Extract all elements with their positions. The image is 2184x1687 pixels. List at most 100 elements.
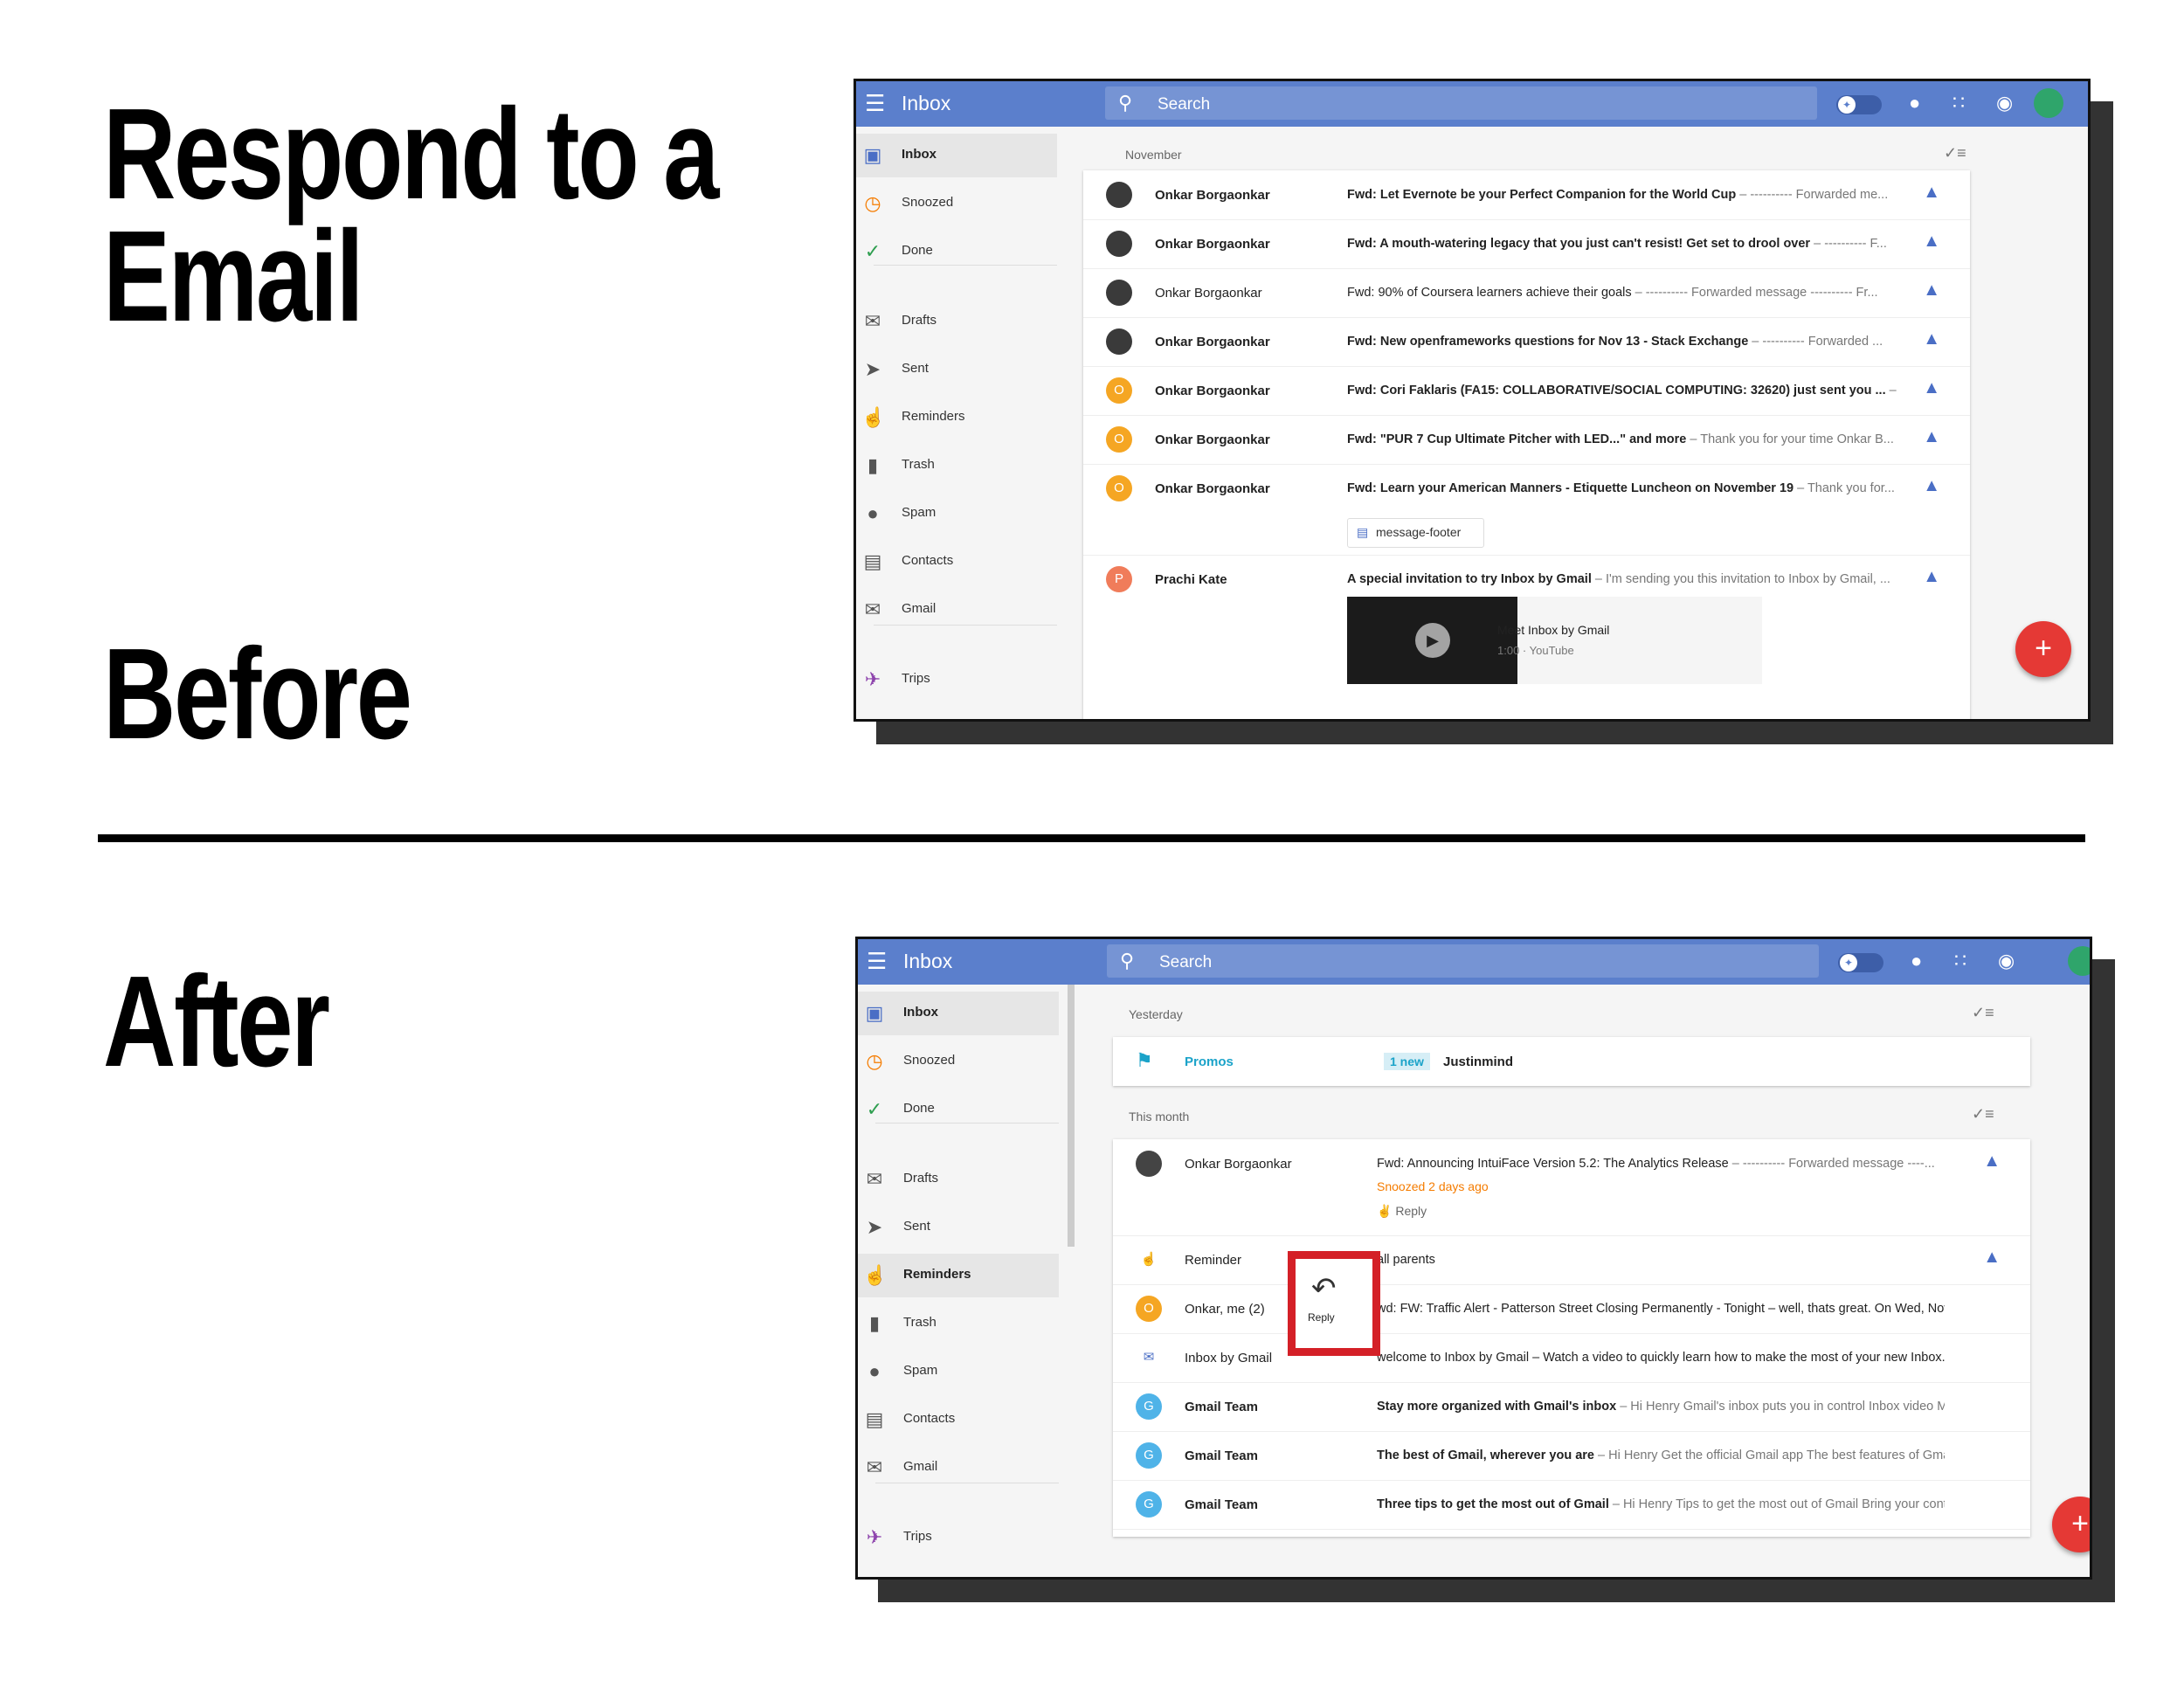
sidebar-item-label: Inbox	[902, 147, 936, 162]
snippet-text: – Hi Henry Get the official Gmail app Th…	[1594, 1448, 1945, 1462]
apps-grid-icon[interactable]: ∷	[1954, 950, 1966, 972]
email-row[interactable]: O Onkar Borgaonkar Fwd: Cori Faklaris (FA1…	[1083, 366, 1970, 416]
compose-button[interactable]: +	[2015, 621, 2071, 677]
play-icon[interactable]: ▶	[1415, 623, 1450, 658]
email-row-snoozed[interactable]: Onkar Borgaonkar Fwd: Announcing IntuiFa…	[1113, 1139, 2030, 1236]
done-all-icon[interactable]: ✓≡	[1972, 1004, 1994, 1022]
spam-icon: ●	[868, 1360, 881, 1382]
after-heading: After	[103, 950, 330, 1094]
sidebar-item-trips[interactable]: ✈ Trips	[858, 1516, 1059, 1559]
pin-icon: ✦	[1838, 96, 1856, 114]
sidebar-item-inbox[interactable]: ▣ Inbox	[856, 134, 1057, 177]
email-row[interactable]: Onkar Borgaonkar Fwd: New openframeworks …	[1083, 317, 1970, 367]
sidebar-item-snoozed[interactable]: ◷ Snoozed	[858, 1040, 1059, 1083]
trash-icon: ▮	[868, 1312, 881, 1334]
sidebar-item-sent[interactable]: ➤ Sent	[858, 1206, 1059, 1249]
sidebar-item-done[interactable]: ✓ Done	[858, 1088, 1059, 1131]
pin-toggle[interactable]: ✦	[1838, 953, 1883, 972]
sidebar-item-contacts[interactable]: ▤ Contacts	[858, 1398, 1059, 1442]
email-row[interactable]: P Prachi Kate A special invitation to try …	[1083, 555, 1970, 719]
email-row[interactable]: G Gmail Team The best of Gmail, wherever y…	[1113, 1431, 2030, 1481]
search-input[interactable]: ⚲ Search	[1107, 944, 1819, 978]
menu-icon[interactable]: ☰	[865, 92, 885, 114]
sidebar-item-spam[interactable]: ● Spam	[858, 1350, 1059, 1393]
email-list: Onkar Borgaonkar Fwd: Let Evernote be you…	[1083, 170, 1970, 719]
pin-icon[interactable]: ▲	[1983, 1248, 2001, 1268]
promos-label: Promos	[1185, 1054, 1234, 1069]
notifications-icon[interactable]: ◉	[1998, 950, 2015, 972]
reply-arrow-icon[interactable]: ↶	[1311, 1271, 1337, 1306]
subject-text: Fwd: 90% of Coursera learners achieve th…	[1347, 286, 1632, 300]
subject-text: Fwd: Announcing IntuiFace Version 5.2: T…	[1377, 1157, 1729, 1171]
sidebar-item-reminders[interactable]: ☝ Reminders	[856, 396, 1057, 439]
pin-icon[interactable]: ▲	[1923, 280, 1940, 301]
sidebar-item-trash[interactable]: ▮ Trash	[858, 1302, 1059, 1345]
menu-icon[interactable]: ☰	[867, 950, 887, 972]
done-all-icon[interactable]: ✓≡	[1944, 144, 1966, 162]
email-row[interactable]: Onkar Borgaonkar Fwd: A mouth-watering le…	[1083, 219, 1970, 269]
sidebar-item-sent[interactable]: ➤ Sent	[856, 348, 1057, 391]
sidebar-item-done[interactable]: ✓ Done	[856, 230, 1057, 273]
attachment-chip[interactable]: ▤ message-footer	[1347, 518, 1484, 548]
sender-avatar: G	[1136, 1491, 1162, 1518]
search-placeholder: Search	[1158, 95, 1211, 114]
before-screenshot: ☰ Inbox ⚲ Search ✦ ● ∷ ◉ ▣ Inbox ◷ Snoozed ✓…	[854, 79, 2091, 722]
promos-sender: Justinmind	[1443, 1054, 1514, 1069]
snippet-text: –	[1885, 384, 1897, 398]
account-avatar[interactable]	[2034, 88, 2063, 118]
apps-grid-icon[interactable]: ∷	[1952, 92, 1965, 114]
sidebar-divider	[875, 1123, 1059, 1124]
subject-text: Fwd: A mouth-watering legacy that you ju…	[1347, 237, 1811, 251]
snippet-text: – ---------- Forwarded me...	[1736, 188, 1889, 202]
email-row[interactable]: G Gmail Team Stay more organized with Gmai…	[1113, 1382, 2030, 1432]
email-subject: Fwd: 90% of Coursera learners achieve th…	[1347, 286, 1915, 300]
pin-icon[interactable]: ▲	[1923, 567, 1940, 587]
video-preview-card[interactable]: ▶ Meet Inbox by Gmail 1:00 · YouTube	[1347, 597, 1762, 684]
sidebar-item-trash[interactable]: ▮ Trash	[856, 444, 1057, 487]
new-count-badge: 1 new	[1384, 1053, 1430, 1070]
email-row[interactable]: O Onkar, me (2) wd: FW: Traffic Alert - Pa…	[1113, 1284, 2030, 1334]
section-header-this-month: This month	[1129, 1110, 1190, 1124]
pin-icon[interactable]: ▲	[1923, 378, 1940, 398]
sidebar: ▣ Inbox ◷ Snoozed ✓ Done ✉ Drafts ➤ Sent ☝ Reminder…	[856, 127, 1057, 719]
search-placeholder: Search	[1159, 953, 1213, 971]
email-row[interactable]: O Onkar Borgaonkar Fwd: "PUR 7 Cup Ultimat…	[1083, 415, 1970, 465]
sidebar-item-trips[interactable]: ✈ Trips	[856, 658, 1057, 702]
account-avatar[interactable]	[2068, 946, 2090, 976]
sidebar-divider	[874, 265, 1057, 266]
sidebar-item-label: Trips	[903, 1529, 932, 1544]
email-row[interactable]: ☝ Reminder all parents ▲	[1113, 1235, 2030, 1285]
pin-icon[interactable]: ▲	[1923, 476, 1940, 496]
email-row[interactable]: G Gmail Team Three tips to get the most ou…	[1113, 1480, 2030, 1530]
sidebar-item-snoozed[interactable]: ◷ Snoozed	[856, 182, 1057, 225]
quick-reply-link[interactable]: ✌ Reply	[1377, 1204, 1427, 1219]
email-row[interactable]: Onkar Borgaonkar Fwd: Let Evernote be you…	[1083, 170, 1970, 220]
video-thumbnail[interactable]: ▶	[1347, 597, 1517, 684]
sender-name: Onkar Borgaonkar	[1155, 432, 1270, 447]
email-row[interactable]: Onkar Borgaonkar Fwd: 90% of Coursera lea…	[1083, 268, 1970, 318]
pin-icon[interactable]: ▲	[1983, 1151, 2001, 1172]
done-all-icon-2[interactable]: ✓≡	[1972, 1105, 1994, 1124]
email-row[interactable]: ✉ Inbox by Gmail welcome to Inbox by Gmail…	[1113, 1333, 2030, 1383]
reminder-bulb-icon[interactable]: ●	[1911, 950, 1922, 972]
send-icon: ➤	[866, 1216, 883, 1238]
sidebar-item-reminders[interactable]: ☝ Reminders	[858, 1254, 1059, 1297]
pin-icon[interactable]: ▲	[1923, 329, 1940, 349]
pin-icon[interactable]: ▲	[1923, 183, 1940, 203]
pin-toggle[interactable]: ✦	[1836, 95, 1882, 114]
sidebar-item-contacts[interactable]: ▤ Contacts	[856, 540, 1057, 584]
email-row[interactable]: O Onkar Borgaonkar Fwd: Learn your America…	[1083, 464, 1970, 556]
snippet-text: – Thank you for your time Onkar B...	[1686, 432, 1894, 446]
pin-icon[interactable]: ▲	[1923, 232, 1940, 252]
search-input[interactable]: ⚲ Search	[1105, 86, 1817, 120]
reminder-bulb-icon[interactable]: ●	[1909, 92, 1920, 114]
notifications-icon[interactable]: ◉	[1996, 92, 2013, 114]
sidebar-item-drafts[interactable]: ✉ Drafts	[858, 1158, 1059, 1201]
sidebar-item-spam[interactable]: ● Spam	[856, 492, 1057, 536]
pin-icon[interactable]: ▲	[1923, 427, 1940, 447]
sidebar-item-drafts[interactable]: ✉ Drafts	[856, 300, 1057, 343]
promos-bundle[interactable]: ⚑ Promos 1 new Justinmind	[1113, 1037, 2030, 1086]
check-icon: ✓	[866, 1098, 883, 1120]
sidebar-item-inbox[interactable]: ▣ Inbox	[858, 992, 1059, 1035]
section-divider	[98, 834, 2085, 842]
